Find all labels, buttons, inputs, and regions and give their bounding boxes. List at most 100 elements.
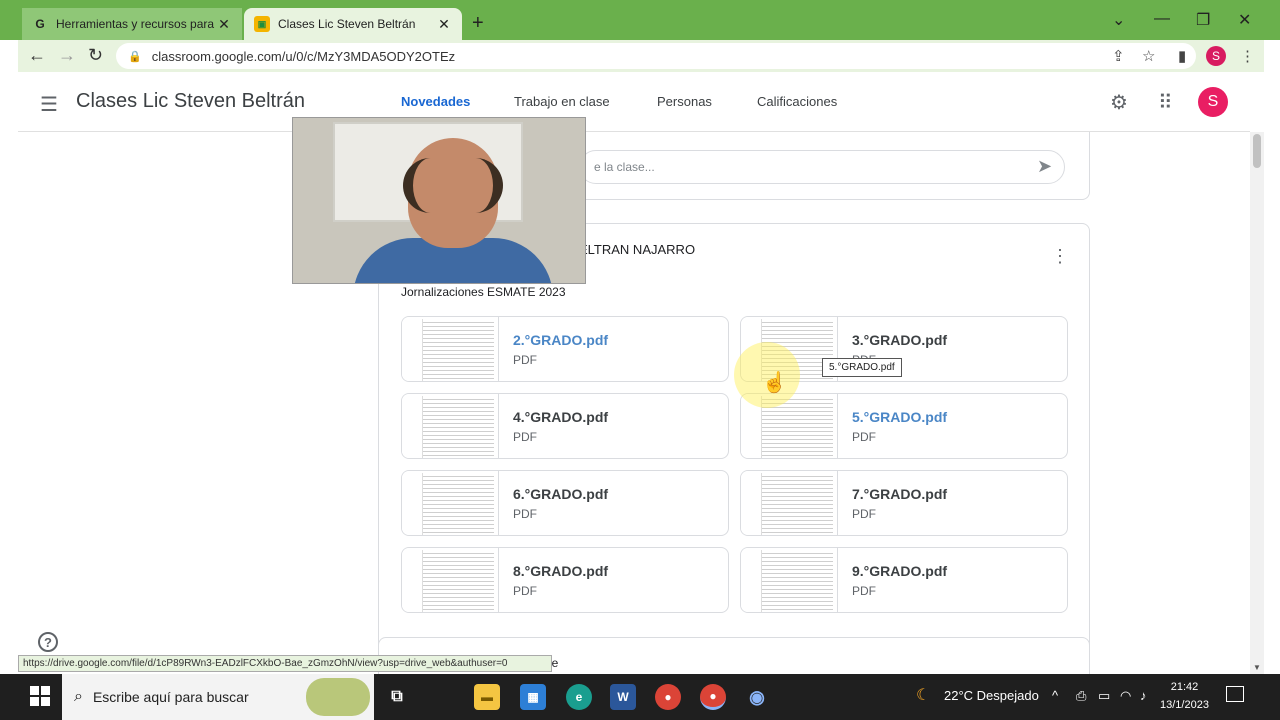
minimize-button[interactable]: — bbox=[1154, 10, 1170, 28]
app-header: ☰ Clases Lic Steven Beltrán Novedades Tr… bbox=[18, 72, 1250, 132]
file-name-tooltip: 5.°GRADO.pdf bbox=[822, 358, 902, 377]
attachment-name[interactable]: 4.°GRADO.pdf bbox=[513, 409, 608, 425]
tab-trabajo-en-clase[interactable]: Trabajo en clase bbox=[514, 94, 610, 109]
lock-icon: 🔒 bbox=[128, 50, 142, 63]
volume-icon[interactable]: ♪ bbox=[1140, 688, 1147, 703]
scroll-down-arrow-icon[interactable]: ▼ bbox=[1253, 663, 1261, 672]
windows-start-icon[interactable] bbox=[30, 686, 50, 706]
url-text: classroom.google.com/u/0/c/MzY3MDA5ODY2O… bbox=[151, 48, 456, 64]
attachment-type: PDF bbox=[513, 584, 537, 598]
chrome-active-icon[interactable]: ● bbox=[700, 684, 726, 710]
close-window-button[interactable]: ✕ bbox=[1238, 10, 1251, 30]
attachment-name[interactable]: 9.°GRADO.pdf bbox=[852, 563, 947, 579]
browser-tab-herramientas[interactable]: G Herramientas y recursos para la ✕ bbox=[22, 8, 242, 40]
attachment-type: PDF bbox=[513, 353, 537, 367]
weather-text[interactable]: 22°C Despejado bbox=[944, 688, 1039, 703]
attachment-8-grado[interactable]: 8.°GRADO.pdf PDF bbox=[401, 547, 729, 613]
meet-icon[interactable]: ⎙ bbox=[1076, 688, 1086, 704]
recorder-icon[interactable]: ◉ bbox=[744, 684, 770, 710]
file-explorer-icon[interactable]: ▬ bbox=[474, 684, 500, 710]
google-icon: G bbox=[35, 17, 45, 31]
profile-avatar[interactable]: S bbox=[1206, 46, 1226, 66]
attachment-type: PDF bbox=[852, 584, 876, 598]
pdf-thumbnail bbox=[402, 548, 499, 612]
attachment-4-grado[interactable]: 4.°GRADO.pdf PDF bbox=[401, 393, 729, 459]
webcam-overlay bbox=[292, 117, 586, 284]
user-avatar[interactable]: S bbox=[1198, 87, 1228, 117]
edge-icon[interactable]: e bbox=[566, 684, 592, 710]
pdf-thumbnail bbox=[741, 471, 838, 535]
browser-tab-classroom[interactable]: ▣ Clases Lic Steven Beltrán ✕ bbox=[244, 8, 462, 40]
attachment-6-grado[interactable]: 6.°GRADO.pdf PDF bbox=[401, 470, 729, 536]
tab-search-chevron-icon[interactable]: ⌄ bbox=[1112, 10, 1125, 30]
new-tab-button[interactable]: + bbox=[472, 12, 484, 35]
tab-title: Herramientas y recursos para la bbox=[56, 17, 216, 31]
tab-novedades[interactable]: Novedades bbox=[401, 94, 471, 131]
chrome-icon[interactable]: ● bbox=[655, 684, 681, 710]
search-icon: ⌕ bbox=[74, 688, 83, 705]
tab-calificaciones[interactable]: Calificaciones bbox=[757, 94, 837, 109]
side-panel-icon[interactable]: ▮ bbox=[1178, 47, 1186, 65]
attachment-name[interactable]: 6.°GRADO.pdf bbox=[513, 486, 608, 502]
word-icon[interactable]: W bbox=[610, 684, 636, 710]
attachment-type: PDF bbox=[852, 507, 876, 521]
attachment-7-grado[interactable]: 7.°GRADO.pdf PDF bbox=[740, 470, 1068, 536]
attachment-type: PDF bbox=[513, 507, 537, 521]
menu-kebab-icon[interactable]: ⋮ bbox=[1240, 47, 1255, 65]
attachment-name[interactable]: 7.°GRADO.pdf bbox=[852, 486, 947, 502]
send-icon[interactable]: ➤ bbox=[1037, 156, 1052, 177]
address-toolbar: ← → ↻ 🔒 classroom.google.com/u/0/c/MzY3M… bbox=[18, 40, 1264, 72]
post-text: Jornalizaciones ESMATE 2023 bbox=[401, 285, 566, 299]
post-author: ELTRAN NAJARRO bbox=[579, 242, 696, 257]
taskbar-search[interactable]: ⌕ Escribe aquí para buscar bbox=[62, 674, 374, 720]
close-icon[interactable]: ✕ bbox=[216, 16, 232, 33]
apps-grid-icon[interactable]: ⠿ bbox=[1158, 90, 1173, 115]
class-comment-input[interactable]: e la clase... bbox=[579, 150, 1065, 184]
attachment-type: PDF bbox=[513, 430, 537, 444]
attachment-type: PDF bbox=[852, 430, 876, 444]
windows-taskbar: ⌕ Escribe aquí para buscar ⧉ ▬ ▦ e W ● ●… bbox=[0, 674, 1280, 720]
share-icon[interactable]: ⇪ bbox=[1112, 47, 1125, 65]
main-menu-icon[interactable]: ☰ bbox=[40, 92, 58, 117]
bookmark-star-icon[interactable]: ☆ bbox=[1142, 47, 1155, 65]
reload-icon[interactable]: ↻ bbox=[88, 45, 103, 66]
attachment-name[interactable]: 2.°GRADO.pdf bbox=[513, 332, 608, 348]
moon-weather-icon: ☾ bbox=[916, 687, 931, 704]
class-title[interactable]: Clases Lic Steven Beltrán bbox=[76, 90, 305, 113]
forward-arrow-icon[interactable]: → bbox=[58, 45, 76, 66]
help-icon[interactable]: ? bbox=[38, 632, 58, 652]
clock-date: 13/1/2023 bbox=[1160, 699, 1209, 711]
scrollbar-thumb[interactable] bbox=[1253, 134, 1261, 168]
post-options-kebab-icon[interactable]: ⋮ bbox=[1051, 246, 1069, 267]
link-status-bar: https://drive.google.com/file/d/1cP89RWn… bbox=[18, 655, 552, 672]
store-icon[interactable]: ▦ bbox=[520, 684, 546, 710]
pdf-thumbnail bbox=[402, 317, 499, 381]
attachment-5-grado[interactable]: 5.°GRADO.pdf PDF bbox=[740, 393, 1068, 459]
back-arrow-icon[interactable]: ← bbox=[28, 45, 46, 66]
task-view-icon[interactable]: ⧉ bbox=[384, 684, 410, 710]
maximize-button[interactable]: ❐ bbox=[1196, 10, 1210, 30]
settings-gear-icon[interactable]: ⚙ bbox=[1110, 90, 1128, 115]
close-icon[interactable]: ✕ bbox=[436, 16, 452, 33]
wifi-icon[interactable]: ◠ bbox=[1120, 688, 1131, 704]
attachment-name[interactable]: 3.°GRADO.pdf bbox=[852, 332, 947, 348]
url-bar[interactable]: 🔒 classroom.google.com/u/0/c/MzY3MDA5ODY… bbox=[116, 43, 1196, 69]
pdf-thumbnail bbox=[402, 471, 499, 535]
tab-title: Clases Lic Steven Beltrán bbox=[278, 17, 416, 31]
attachment-name[interactable]: 5.°GRADO.pdf bbox=[852, 409, 947, 425]
attachment-9-grado[interactable]: 9.°GRADO.pdf PDF bbox=[740, 547, 1068, 613]
notification-icon[interactable] bbox=[1226, 686, 1244, 702]
attachment-2-grado[interactable]: 2.°GRADO.pdf PDF bbox=[401, 316, 729, 382]
pdf-thumbnail bbox=[741, 548, 838, 612]
battery-icon[interactable]: ▭ bbox=[1098, 688, 1110, 704]
clock-time: 21:42 bbox=[1170, 681, 1199, 693]
classroom-icon: ▣ bbox=[254, 16, 270, 32]
attachment-name[interactable]: 8.°GRADO.pdf bbox=[513, 563, 608, 579]
clock[interactable]: 21:42 13/1/2023 bbox=[1160, 678, 1209, 714]
search-highlight-art bbox=[306, 678, 370, 716]
classroom-page: ☰ Clases Lic Steven Beltrán Novedades Tr… bbox=[18, 72, 1264, 674]
pdf-thumbnail bbox=[402, 394, 499, 458]
tab-personas[interactable]: Personas bbox=[657, 94, 712, 109]
tray-chevron-icon[interactable]: ^ bbox=[1052, 688, 1058, 703]
page-scrollbar[interactable]: ▼ bbox=[1250, 132, 1264, 674]
